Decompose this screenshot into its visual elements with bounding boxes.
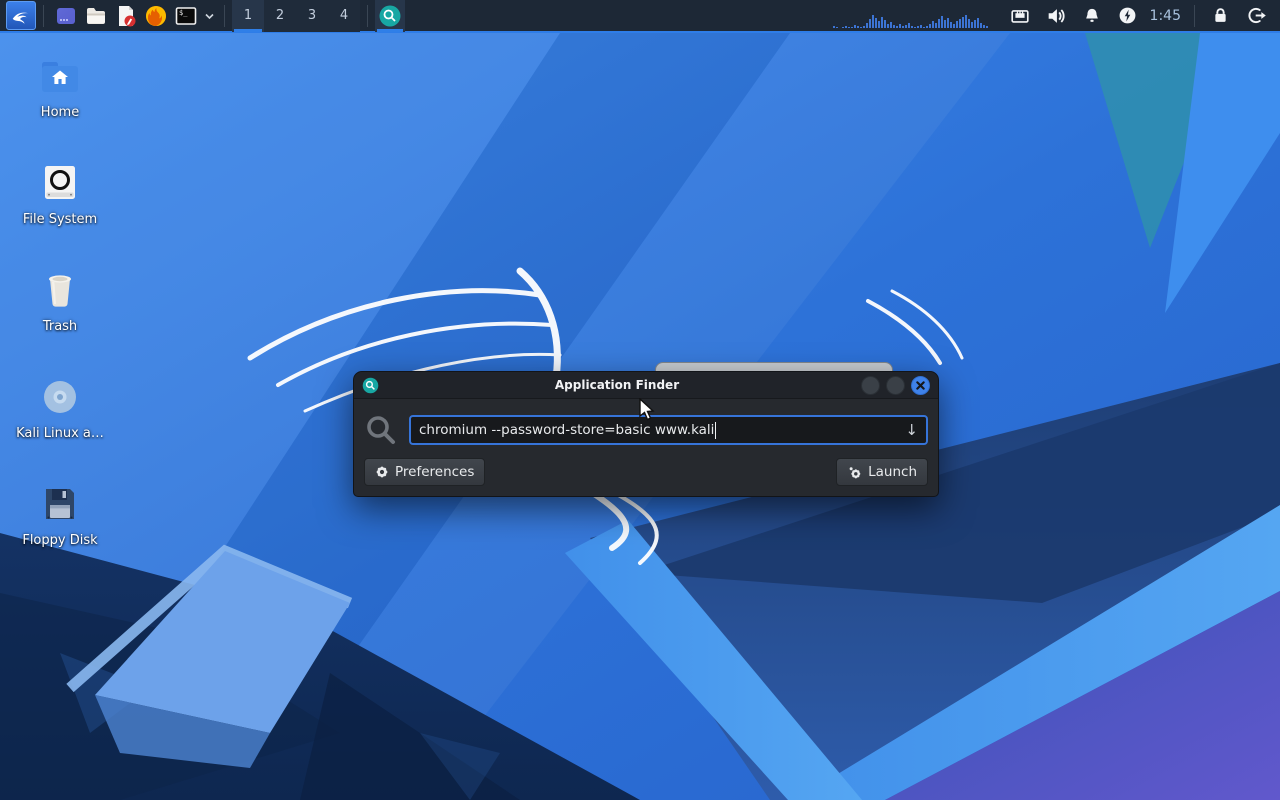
filesystem-drive-icon: [38, 161, 82, 205]
kali-logo-icon: [10, 5, 32, 27]
workspace-3[interactable]: 3: [296, 0, 328, 32]
floppy-icon: [38, 482, 82, 526]
workspace-2-label: 2: [276, 8, 284, 23]
home-folder-icon: [38, 54, 82, 98]
gear-icon: [375, 465, 389, 479]
text-editor-icon: [114, 4, 138, 28]
panel-separator: [367, 5, 368, 27]
window-app-icon: [54, 4, 78, 28]
panel-separator: [43, 5, 44, 27]
command-input-value: chromium --password-store=basic www.kali: [419, 422, 714, 438]
logout-icon: [1246, 5, 1267, 26]
close-icon: [916, 381, 925, 390]
history-dropdown-arrow[interactable]: ↓: [905, 421, 918, 439]
kali-menu-button[interactable]: [6, 1, 36, 30]
workspace-4[interactable]: 4: [328, 0, 360, 32]
desktop-icon-filesystem[interactable]: File System: [8, 161, 112, 227]
desktop-icon-label: Floppy Disk: [22, 533, 97, 548]
launcher-firefox[interactable]: [141, 1, 171, 30]
desktop-icon-home[interactable]: Home: [8, 54, 112, 120]
firefox-icon: [144, 4, 168, 28]
cd-disc-icon: [38, 375, 82, 419]
bell-icon: [1082, 6, 1102, 26]
power-bolt-icon: [1118, 6, 1137, 25]
notifications-tray-button[interactable]: [1080, 4, 1104, 28]
launcher-dropdown-chevron[interactable]: [201, 1, 217, 30]
netload-graph[interactable]: [833, 3, 988, 29]
volume-tray-button[interactable]: [1044, 4, 1068, 28]
launcher-terminal[interactable]: $_: [171, 1, 201, 30]
desktop-icon-kali-cd[interactable]: Kali Linux a…: [8, 375, 112, 441]
chevron-down-icon: [204, 12, 215, 20]
close-button[interactable]: [911, 376, 930, 395]
trash-icon: [38, 268, 82, 312]
taskbar-application-finder[interactable]: [375, 0, 405, 32]
terminal-icon: $_: [174, 4, 198, 28]
window-finder-icon: [362, 377, 379, 394]
volume-icon: [1045, 5, 1067, 27]
launcher-file-manager[interactable]: [81, 1, 111, 30]
desktop-icon-trash[interactable]: Trash: [8, 268, 112, 334]
panel-separator: [1194, 5, 1195, 27]
desktop-icon-label: File System: [23, 212, 97, 227]
workspace-1-label: 1: [244, 8, 252, 23]
desktop-icon-label: Home: [41, 105, 79, 120]
workspace-1[interactable]: 1: [232, 0, 264, 32]
ethernet-icon: [1009, 5, 1031, 27]
workspace-4-label: 4: [340, 8, 348, 23]
desktop-icon-label: Trash: [43, 319, 77, 334]
desktop-icon-floppy[interactable]: Floppy Disk: [8, 482, 112, 548]
launcher-window-app[interactable]: [51, 1, 81, 30]
application-finder-icon: [378, 4, 402, 28]
network-tray-button[interactable]: [1008, 4, 1032, 28]
top-panel: $_ 1 2 3 4: [0, 0, 1280, 33]
preferences-button-label: Preferences: [395, 464, 474, 480]
svg-text:$_: $_: [179, 9, 188, 17]
power-manager-tray-button[interactable]: [1116, 4, 1140, 28]
launch-button[interactable]: Launch: [836, 458, 928, 486]
mouse-cursor: [637, 398, 657, 422]
minimize-button[interactable]: [861, 376, 880, 395]
text-caret: [715, 422, 716, 439]
panel-clock[interactable]: 1:45: [1150, 8, 1181, 24]
maximize-button[interactable]: [886, 376, 905, 395]
logout-button[interactable]: [1244, 4, 1268, 28]
launch-button-label: Launch: [868, 464, 917, 480]
workspace-2[interactable]: 2: [264, 0, 296, 32]
titlebar[interactable]: Application Finder: [354, 372, 938, 399]
launch-run-icon: [847, 465, 862, 480]
application-finder-window: Application Finder chromium --password-s…: [353, 371, 939, 497]
command-input[interactable]: chromium --password-store=basic www.kali…: [409, 415, 928, 445]
window-title: Application Finder: [379, 378, 855, 392]
desktop-icon-label: Kali Linux a…: [16, 426, 104, 441]
lock-screen-button[interactable]: [1208, 4, 1232, 28]
search-icon: [364, 413, 398, 447]
workspace-3-label: 3: [308, 8, 316, 23]
file-manager-icon: [84, 4, 108, 28]
preferences-button[interactable]: Preferences: [364, 458, 485, 486]
launcher-text-editor[interactable]: [111, 1, 141, 30]
panel-separator: [224, 5, 225, 27]
lock-icon: [1211, 6, 1230, 25]
